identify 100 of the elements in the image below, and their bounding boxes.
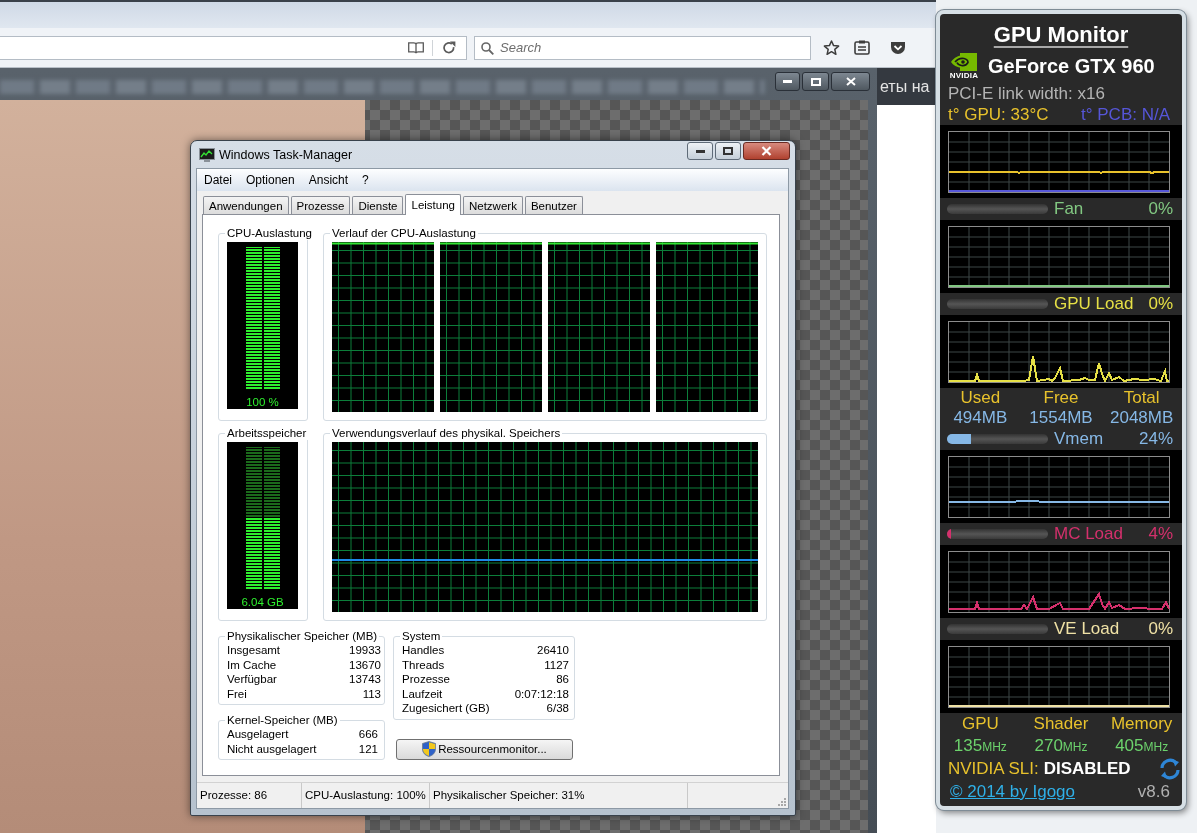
- maximize-icon: [810, 77, 821, 86]
- monitor-graph-icon: [199, 147, 215, 162]
- close-icon: [761, 146, 772, 156]
- stat-value: 2048MB: [1110, 408, 1174, 428]
- clock-value: 405MHz: [1115, 735, 1169, 757]
- sli-status: DISABLED: [1043, 758, 1131, 779]
- meter-reading: 24%: [1138, 429, 1174, 449]
- stat-value: 13743: [349, 672, 381, 687]
- minimize-button[interactable]: [775, 72, 800, 91]
- group-title: Verlauf der CPU-Auslastung: [331, 226, 477, 240]
- stat-label: Prozesse: [402, 672, 450, 687]
- star-icon[interactable]: [823, 39, 840, 56]
- temperature-reading: t° PCB: N/A: [1081, 104, 1170, 125]
- stat-value: 86: [556, 672, 569, 687]
- stat-value: 1127: [544, 657, 569, 672]
- group-title: Verwendungsverlauf des physikal. Speichers: [331, 426, 562, 440]
- group-title: Kernel-Speicher (MB): [226, 713, 339, 727]
- resize-grip-icon[interactable]: [777, 797, 786, 806]
- meter-reading: 4%: [1148, 524, 1174, 544]
- tab[interactable]: Prozesse: [290, 196, 351, 214]
- search-icon: [481, 41, 494, 55]
- list-icon[interactable]: [854, 40, 870, 55]
- credit-link[interactable]: © 2014 by Igogo: [950, 782, 1075, 802]
- status-bar-field: Prozesse: 86: [197, 783, 302, 808]
- sli-label: NVIDIA SLI:: [948, 758, 1039, 779]
- close-button[interactable]: [743, 142, 790, 160]
- maximize-icon: [723, 147, 733, 155]
- eye-logo-icon: [951, 53, 977, 71]
- close-icon: [845, 77, 856, 86]
- stat-label: Insgesamt: [227, 643, 281, 658]
- menu-item[interactable]: ?: [355, 169, 376, 191]
- stat-label: Zugesichert (GB): [402, 701, 490, 716]
- meter-label: Vmem: [1054, 429, 1104, 449]
- meter-label: GPU Load: [1054, 294, 1134, 314]
- shield-icon: [422, 741, 437, 757]
- banner-text: еты на: [879, 77, 930, 96]
- resource-monitor-button[interactable]: Ressourcenmonitor...: [396, 738, 573, 760]
- maximize-button[interactable]: [715, 142, 741, 160]
- clock-label: GPU: [961, 713, 999, 735]
- meter-reading: 0%: [1148, 619, 1174, 639]
- group-title: Physikalischer Speicher (MB): [226, 629, 379, 643]
- gadget-title: GPU Monitor: [993, 22, 1129, 47]
- stat-value: 13670: [349, 657, 381, 672]
- stat-label: Handles: [402, 643, 445, 658]
- stat-value: 666: [358, 727, 378, 742]
- tab[interactable]: Leistung: [405, 194, 461, 215]
- minimize-icon: [783, 80, 792, 83]
- stat-value: 0:07:12:18: [514, 686, 569, 701]
- clock-value: 270MHz: [1034, 735, 1088, 757]
- stat-value: 121: [358, 741, 378, 756]
- clock-label: Shader: [1033, 713, 1089, 735]
- group-title: System: [401, 629, 442, 643]
- window-title: Windows Task-Manager: [219, 147, 353, 162]
- gpu-name: GeForce GTX 960: [988, 55, 1155, 78]
- stat-value: 494MB: [953, 408, 1008, 428]
- meter-reading: 0%: [1148, 294, 1174, 314]
- version-text: v8.6: [1137, 782, 1170, 802]
- stat-label: Im Cache: [227, 657, 277, 672]
- group-title: CPU-Auslastung: [226, 226, 313, 240]
- close-button[interactable]: [831, 72, 870, 91]
- stat-label: Free: [1043, 388, 1079, 408]
- stat-value: 19933: [349, 643, 381, 658]
- temperature-reading: t° GPU: 33°C: [948, 104, 1049, 125]
- stat-value: 6/38: [546, 701, 569, 716]
- stat-value: 113: [362, 686, 381, 701]
- stat-value: 1554MB: [1029, 408, 1093, 428]
- menu-item[interactable]: Datei: [197, 169, 239, 191]
- meter-reading: 6.04 GB: [241, 595, 284, 609]
- meter-label: MC Load: [1054, 524, 1123, 544]
- logo-text: NVIDIA: [949, 71, 979, 80]
- address-field[interactable]: [0, 35, 467, 60]
- tab[interactable]: Dienste: [352, 196, 404, 214]
- meter-reading: 0%: [1148, 199, 1174, 219]
- chevron-shield-icon[interactable]: [890, 40, 906, 55]
- stat-label: Verfügbar: [227, 672, 277, 687]
- stat-label: Threads: [402, 657, 445, 672]
- refresh-icon[interactable]: [1159, 757, 1181, 780]
- maximize-button[interactable]: [802, 72, 829, 91]
- reload-icon[interactable]: [442, 40, 456, 55]
- book-icon[interactable]: [408, 41, 424, 54]
- clock-label: Memory: [1110, 713, 1173, 735]
- stat-label: Frei: [227, 686, 247, 701]
- search-field[interactable]: Search: [474, 35, 811, 60]
- meter-label: VE Load: [1054, 619, 1120, 639]
- group-title: Arbeitsspeicher: [226, 426, 308, 440]
- status-bar-field: Physikalischer Speicher: 31%: [430, 783, 688, 808]
- tab[interactable]: Netzwerk: [462, 196, 523, 214]
- tab[interactable]: Benutzer: [524, 196, 583, 214]
- tab[interactable]: Anwendungen: [203, 196, 289, 214]
- minimize-button[interactable]: [687, 142, 713, 160]
- stat-label: Total: [1123, 388, 1160, 408]
- clock-value: 135MHz: [953, 735, 1007, 757]
- stat-label: Used: [960, 388, 1001, 408]
- stat-value: 26410: [537, 643, 569, 658]
- stat-label: Nicht ausgelagert: [227, 741, 317, 756]
- menu-item[interactable]: Optionen: [239, 169, 302, 191]
- meter-label: Fan: [1054, 199, 1084, 219]
- minimize-icon: [695, 149, 705, 153]
- link-width-text: PCI-E link width: x16: [947, 84, 1106, 104]
- menu-item[interactable]: Ansicht: [301, 169, 356, 191]
